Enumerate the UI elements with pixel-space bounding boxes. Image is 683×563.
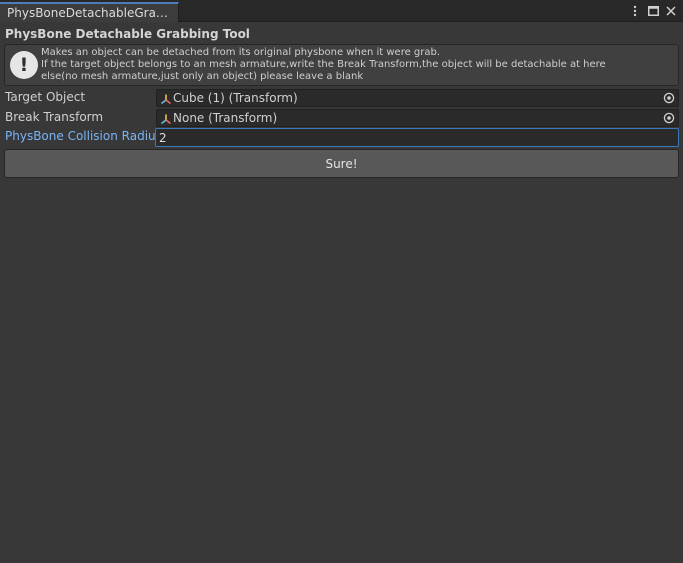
maximize-icon[interactable] <box>647 4 659 18</box>
info-exclamation-icon: ! <box>10 51 38 79</box>
object-picker-icon[interactable] <box>663 92 675 104</box>
break-transform-label: Break Transform <box>5 110 104 124</box>
more-vertical-icon[interactable] <box>629 4 641 18</box>
break-transform-field[interactable]: None (Transform) <box>156 109 679 127</box>
target-object-label: Target Object <box>5 90 86 104</box>
tab-physbone-tool[interactable]: PhysBoneDetachableGra… <box>0 2 179 22</box>
break-transform-row: Break Transform None (Transform) <box>0 109 683 127</box>
help-text: Makes an object can be detached from its… <box>41 47 606 83</box>
help-line: Makes an object can be detached from its… <box>41 47 441 58</box>
break-transform-value: None (Transform) <box>173 111 278 125</box>
window-controls <box>629 3 677 19</box>
help-line: If the target object belongs to an mesh … <box>41 59 606 70</box>
transform-icon <box>161 94 171 105</box>
object-picker-icon[interactable] <box>663 112 675 124</box>
target-object-value: Cube (1) (Transform) <box>173 91 298 105</box>
tool-title: PhysBone Detachable Grabbing Tool <box>5 27 250 41</box>
target-object-row: Target Object Cube (1) (Transform) <box>0 89 683 107</box>
help-line: else(no mesh armature,just only an objec… <box>41 71 364 82</box>
collision-radius-row: PhysBone Collision Radius <box>0 128 683 147</box>
help-box: ! Makes an object can be detached from i… <box>4 44 679 86</box>
close-icon[interactable] <box>665 4 677 18</box>
collision-radius-input[interactable] <box>155 128 679 147</box>
editor-window: PhysBoneDetachableGra… PhysBone Detachab… <box>0 0 683 563</box>
transform-icon <box>161 114 171 125</box>
tab-strip: PhysBoneDetachableGra… <box>0 0 683 22</box>
target-object-field[interactable]: Cube (1) (Transform) <box>156 89 679 107</box>
collision-radius-label: PhysBone Collision Radius <box>5 129 162 143</box>
sure-button[interactable]: Sure! <box>4 149 679 178</box>
